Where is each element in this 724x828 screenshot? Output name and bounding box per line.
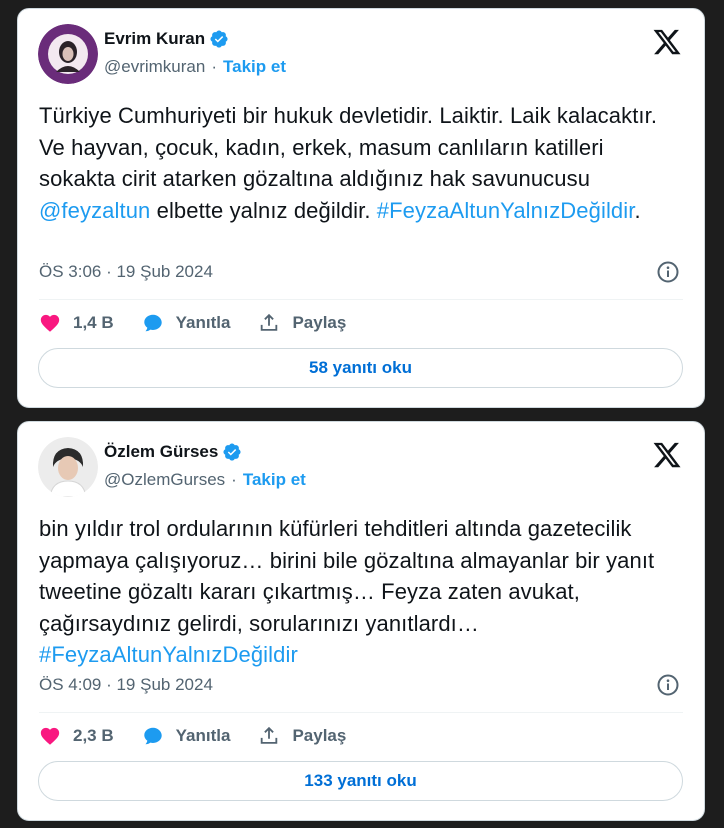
reply-label: Yanıtla <box>175 313 231 332</box>
hashtag-link[interactable]: #FeyzaAltunYalnızDeğildir <box>39 642 298 667</box>
share-button[interactable]: Paylaş <box>258 725 346 747</box>
author-name[interactable]: Özlem Gürses <box>104 442 218 462</box>
avatar[interactable] <box>38 437 98 497</box>
tweet-text: Türkiye Cumhuriyeti bir hukuk devletidir… <box>39 100 682 226</box>
follow-button[interactable]: Takip et <box>223 57 286 77</box>
author-handle-row: @OzlemGurses · Takip et <box>104 470 306 490</box>
separator-dot: · <box>211 57 218 76</box>
share-button[interactable]: Paylaş <box>258 312 346 334</box>
info-icon[interactable] <box>656 673 680 697</box>
author-handle[interactable]: @evrimkuran <box>104 57 205 77</box>
x-logo-icon[interactable] <box>652 440 682 470</box>
share-label: Paylaş <box>292 313 347 332</box>
reply-button[interactable]: Yanıtla <box>142 312 231 334</box>
author-name[interactable]: Evrim Kuran <box>104 29 205 49</box>
divider <box>39 299 683 300</box>
reply-label: Yanıtla <box>175 726 231 745</box>
reply-button[interactable]: Yanıtla <box>142 725 231 747</box>
read-replies-button[interactable]: 133 yanıtı oku <box>38 761 683 801</box>
read-replies-button[interactable]: 58 yanıtı oku <box>38 348 683 388</box>
avatar[interactable] <box>38 24 98 84</box>
separator-dot: · <box>231 470 237 489</box>
tweet-timestamp[interactable]: ÖS 3:06 · 19 Şub 2024 <box>39 262 213 282</box>
tweet-text-segment: elbette yalnız değildir. <box>150 197 377 223</box>
tweet-card: Evrim Kuran @evrimkuran · Takip et Türki… <box>17 8 705 408</box>
mention-link[interactable]: @feyzaltun <box>39 198 150 223</box>
reply-bubble-icon <box>143 314 162 332</box>
like-button[interactable]: 2,3 B <box>39 725 114 747</box>
x-logo-icon[interactable] <box>652 27 682 57</box>
share-icon <box>261 726 278 744</box>
tweet-text-segment: Türkiye Cumhuriyeti bir hukuk devletidir… <box>39 103 658 191</box>
tweet-text: bin yıldır trol ordularının küfürleri te… <box>39 513 682 671</box>
hashtag-link[interactable]: #FeyzaAltunYalnızDeğildir <box>377 198 635 223</box>
verified-badge-icon <box>210 30 228 48</box>
author-handle[interactable]: @OzlemGurses <box>104 470 225 490</box>
tweet-text-segment: bin yıldır trol ordularının küfürleri te… <box>39 516 655 636</box>
tweet-actions: 1,4 B Yanıtla Paylaş <box>39 310 374 336</box>
verified-badge-icon <box>223 443 241 461</box>
heart-icon <box>40 314 60 332</box>
heart-icon <box>40 727 60 745</box>
like-count: 2,3 B <box>73 726 114 745</box>
tweet-card: Özlem Gürses @OzlemGurses · Takip et bin… <box>17 421 705 821</box>
tweet-actions: 2,3 B Yanıtla Paylaş <box>39 723 374 749</box>
divider <box>39 712 683 713</box>
author-name-row: Evrim Kuran <box>104 29 229 49</box>
info-icon[interactable] <box>656 260 680 284</box>
reply-bubble-icon <box>143 727 162 745</box>
author-name-row: Özlem Gürses <box>104 442 242 462</box>
follow-button[interactable]: Takip et <box>243 470 306 490</box>
tweet-text-segment: . <box>634 197 641 223</box>
author-handle-row: @evrimkuran · Takip et <box>104 57 286 77</box>
share-icon <box>261 313 278 331</box>
tweet-timestamp[interactable]: ÖS 4:09 · 19 Şub 2024 <box>39 675 213 695</box>
like-button[interactable]: 1,4 B <box>39 312 114 334</box>
share-label: Paylaş <box>292 726 347 745</box>
like-count: 1,4 B <box>73 313 114 332</box>
